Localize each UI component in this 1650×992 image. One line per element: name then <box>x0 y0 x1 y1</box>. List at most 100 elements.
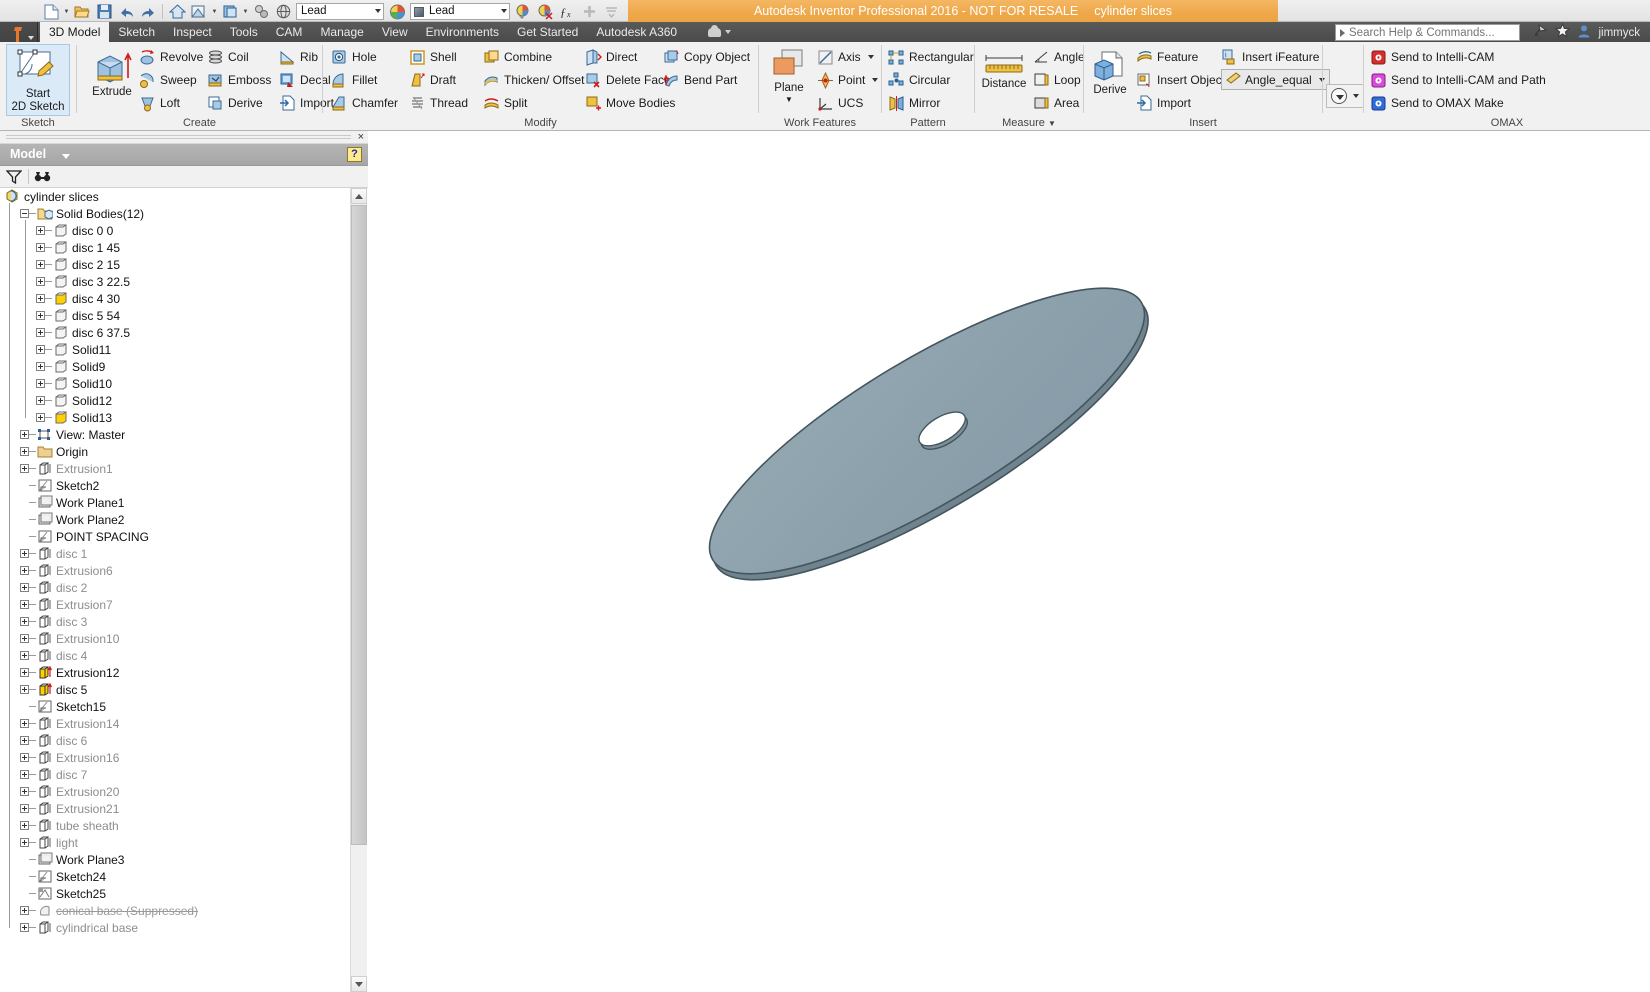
expand-icon[interactable] <box>36 379 45 388</box>
circular-pattern-button[interactable]: Circular <box>888 69 950 91</box>
expand-icon[interactable] <box>20 600 29 609</box>
expand-icon[interactable] <box>20 685 29 694</box>
copy-object-button[interactable]: Copy Object <box>663 46 750 68</box>
search-box[interactable] <box>1335 24 1520 41</box>
expand-icon[interactable] <box>20 787 29 796</box>
material-combo[interactable]: Lead <box>296 3 384 20</box>
panel-label-measure[interactable]: Measure ▼ <box>975 117 1083 131</box>
bend-part-button[interactable]: Bend Part <box>663 69 737 91</box>
delete-face-button[interactable]: Delete Face <box>585 69 671 91</box>
expand-icon[interactable] <box>20 736 29 745</box>
measure-dropdown-caret[interactable]: ▼ <box>1048 119 1056 128</box>
tree-item[interactable]: disc 7 <box>0 766 348 783</box>
view-style-dropdown[interactable]: ▼ <box>210 2 219 22</box>
appearance-dropdown[interactable]: ▼ <box>241 2 250 22</box>
expand-icon[interactable] <box>20 906 29 915</box>
tree-item[interactable]: conical base (Suppressed) <box>0 902 348 919</box>
tree-item[interactable]: cylinder slices <box>0 188 348 205</box>
disc-3d-model[interactable] <box>369 131 1650 992</box>
model-tree-scroll-area[interactable]: cylinder slices Solid Bodies(12) disc 0 0 d… <box>0 188 368 992</box>
feature-button[interactable]: Feature <box>1136 46 1198 68</box>
omax-options-dropdown[interactable] <box>1326 84 1364 108</box>
shell-button[interactable]: Shell <box>409 46 457 68</box>
expand-icon[interactable] <box>36 362 45 371</box>
direct-button[interactable]: Direct <box>585 46 637 68</box>
tree-item[interactable]: disc 1 45 <box>0 239 348 256</box>
scroll-up-button[interactable] <box>351 188 367 204</box>
application-menu-caret[interactable] <box>28 36 34 40</box>
plane-dropdown-caret[interactable]: ▼ <box>761 94 817 106</box>
expand-icon[interactable] <box>20 464 29 473</box>
thread-button[interactable]: Thread <box>409 92 468 114</box>
clear-appearance-icon[interactable] <box>534 2 556 22</box>
ucs-button[interactable]: UCS <box>817 92 863 114</box>
loft-button[interactable]: Loft <box>139 92 180 114</box>
tree-item[interactable]: disc 4 30 <box>0 290 348 307</box>
tree-item[interactable]: light <box>0 834 348 851</box>
tree-item[interactable]: Sketch25 <box>0 885 348 902</box>
send-to-omax-make-button[interactable]: Send to OMAX Make <box>1370 92 1504 114</box>
expand-icon[interactable] <box>36 345 45 354</box>
tree-item[interactable]: Solid12 <box>0 392 348 409</box>
tree-item[interactable]: disc 6 <box>0 732 348 749</box>
material-palette-icon[interactable] <box>386 2 408 22</box>
open-file-button[interactable] <box>71 2 93 22</box>
tree-item[interactable]: disc 6 37.5 <box>0 324 348 341</box>
axis-button[interactable]: Axis <box>817 46 874 68</box>
import-insert-button[interactable]: Import <box>1136 92 1191 114</box>
redo-button[interactable] <box>137 2 159 22</box>
close-icon[interactable]: × <box>358 132 364 143</box>
tab-manage[interactable]: Manage <box>311 22 372 42</box>
loop-measure-button[interactable]: Loop <box>1033 69 1081 91</box>
tree-item[interactable]: View: Master <box>0 426 348 443</box>
tree-item[interactable]: disc 3 22.5 <box>0 273 348 290</box>
tab-tools[interactable]: Tools <box>221 22 267 42</box>
tree-item[interactable]: Extrusion7 <box>0 596 348 613</box>
qat-overflow-icon[interactable] <box>600 2 622 22</box>
tree-item[interactable]: Extrusion10 <box>0 630 348 647</box>
send-to-intelli-cam-button[interactable]: Send to Intelli-CAM <box>1370 46 1494 68</box>
insert-ifeature-button[interactable]: i Insert iFeature <box>1221 46 1319 68</box>
tree-item[interactable]: Extrusion12 <box>0 664 348 681</box>
tree-item[interactable]: disc 0 0 <box>0 222 348 239</box>
new-file-button[interactable] <box>40 2 62 22</box>
expand-icon[interactable] <box>20 549 29 558</box>
view-style-icon[interactable] <box>188 2 210 22</box>
angle-measure-button[interactable]: Angle <box>1033 46 1085 68</box>
tree-item[interactable]: Extrusion14 <box>0 715 348 732</box>
search-input[interactable] <box>1349 26 1499 39</box>
point-dropdown-caret[interactable] <box>872 78 879 82</box>
expand-icon[interactable] <box>36 413 45 422</box>
rib-button[interactable]: Rib <box>279 46 318 68</box>
draft-button[interactable]: Draft <box>409 69 456 91</box>
tab-sketch[interactable]: Sketch <box>109 22 164 42</box>
collapse-icon[interactable] <box>20 209 29 218</box>
find-icon[interactable] <box>34 169 52 189</box>
tree-item[interactable]: Work Plane1 <box>0 494 348 511</box>
expand-icon[interactable] <box>20 838 29 847</box>
split-button[interactable]: Split <box>483 92 527 114</box>
start-2d-sketch-button[interactable]: Start 2D Sketch <box>6 44 70 116</box>
expand-icon[interactable] <box>36 328 45 337</box>
tab-inspect[interactable]: Inspect <box>164 22 221 42</box>
mirror-button[interactable]: Mirror <box>888 92 940 114</box>
tree-item[interactable]: cylindrical base <box>0 919 348 936</box>
angle-equal-selector[interactable]: Angle_equal <box>1221 69 1330 90</box>
expand-icon[interactable] <box>36 396 45 405</box>
expand-icon[interactable] <box>20 770 29 779</box>
tree-item[interactable]: disc 4 <box>0 647 348 664</box>
tree-item[interactable]: Extrusion21 <box>0 800 348 817</box>
appearance-paint-icon[interactable] <box>512 2 534 22</box>
tree-item[interactable]: Extrusion6 <box>0 562 348 579</box>
axis-dropdown-caret[interactable] <box>867 55 874 59</box>
tree-item[interactable]: Sketch15 <box>0 698 348 715</box>
tree-item[interactable]: disc 5 <box>0 681 348 698</box>
expand-icon[interactable] <box>36 277 45 286</box>
tree-item[interactable]: disc 2 15 <box>0 256 348 273</box>
expand-icon[interactable] <box>20 583 29 592</box>
tab-environments[interactable]: Environments <box>417 22 508 42</box>
tab-cam[interactable]: CAM <box>267 22 312 42</box>
a360-cloud-status[interactable] <box>708 22 732 42</box>
tree-item[interactable]: Extrusion16 <box>0 749 348 766</box>
expand-icon[interactable] <box>36 294 45 303</box>
